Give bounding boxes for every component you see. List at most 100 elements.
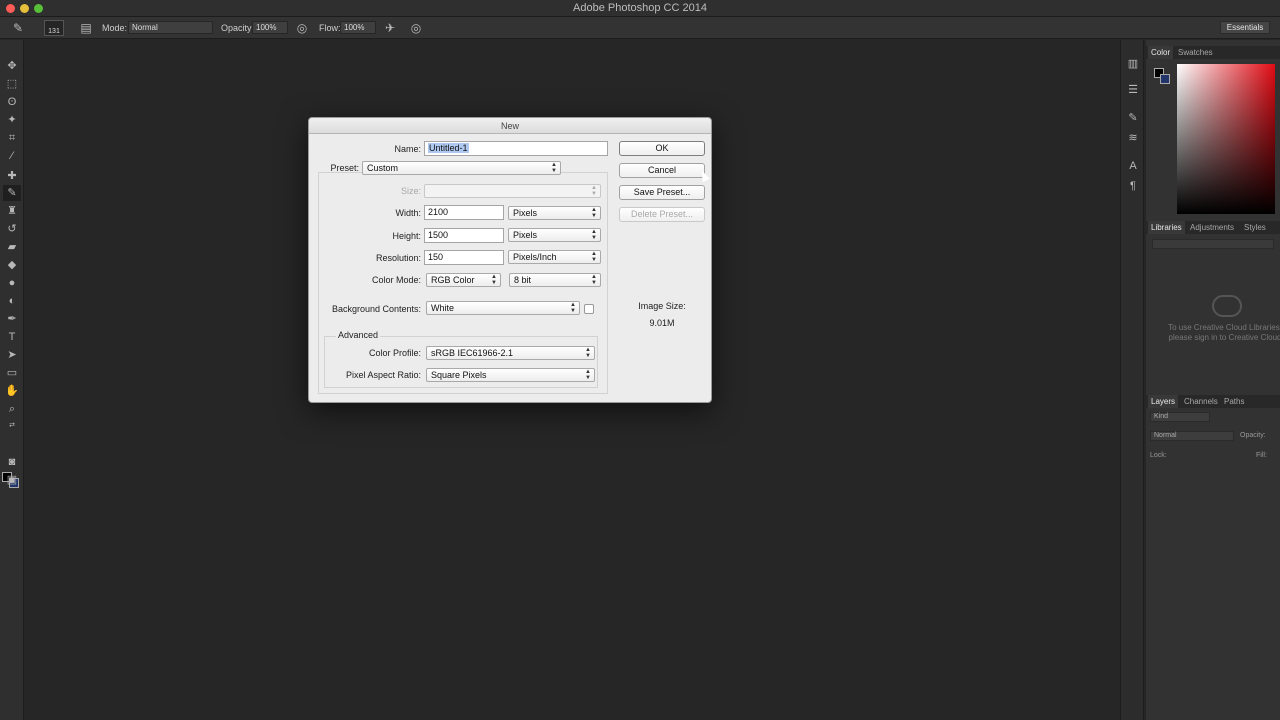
dodge-tool-icon[interactable]: ◐ [3,293,21,309]
tab-libraries[interactable]: Libraries [1148,221,1185,234]
width-value: 2100 [428,207,449,217]
layer-fill-label: Fill: [1256,452,1267,459]
move-tool-icon[interactable]: ✥ [3,58,21,74]
flow-value: 100% [344,23,365,32]
properties-panel-icon[interactable]: ☰ [1125,82,1141,98]
rectangle-tool-icon[interactable]: ▭ [3,365,21,381]
color-profile-label: Color Profile: [368,348,421,358]
preset-value: Custom [367,163,399,173]
flow-field[interactable]: 100% [340,21,376,34]
size-select[interactable]: ▲ ▼ [424,184,601,198]
pixel-aspect-ratio-label: Pixel Aspect Ratio: [345,370,421,380]
libraries-panel-tabs: Libraries Adjustments Styles [1146,221,1280,234]
save-preset-button[interactable]: Save Preset... [619,185,705,200]
width-unit-value: Pixels [513,208,538,218]
pixel-aspect-ratio-select[interactable]: Square Pixels ▲ ▼ [426,368,595,382]
crop-tool-icon[interactable]: ⌗ [3,130,21,146]
background-contents-label: Background Contents: [331,304,421,314]
resolution-unit-select[interactable]: Pixels/Inch ▲ ▼ [508,250,601,264]
width-unit-select[interactable]: Pixels ▲ ▼ [508,206,601,220]
tab-adjustments[interactable]: Adjustments [1190,221,1234,234]
name-field[interactable]: Untitled-1 [424,141,608,156]
zoom-tool-icon[interactable]: ⌕ [3,401,21,417]
paint-bucket-tool-icon[interactable]: ◆ [3,257,21,273]
library-select[interactable] [1152,239,1274,249]
cancel-button[interactable]: Cancel [619,163,705,178]
pen-tool-icon[interactable]: ✒ [3,311,21,327]
color-mode-label: Color Mode: [371,275,421,285]
background-contents-select[interactable]: White ▲ ▼ [426,301,580,315]
preset-select[interactable]: Custom ▲ ▼ [362,161,561,175]
name-value: Untitled-1 [428,143,469,153]
mode-select[interactable]: Normal [128,21,213,34]
quick-mask-icon[interactable]: ◙ [3,454,21,470]
eraser-tool-icon[interactable]: ▰ [3,239,21,255]
color-profile-select[interactable]: sRGB IEC61966-2.1 ▲ ▼ [426,346,595,360]
resolution-value: 150 [428,252,444,262]
tab-color[interactable]: Color [1148,46,1174,59]
height-unit-select[interactable]: Pixels ▲ ▼ [508,228,601,242]
pressure-size-icon[interactable]: ◎ [408,20,424,36]
advanced-toggle[interactable]: Advanced [336,330,381,340]
color-profile-value: sRGB IEC61966-2.1 [431,348,514,358]
layer-kind-filter[interactable]: Kind [1150,412,1210,422]
app-title: Adobe Photoshop CC 2014 [573,2,707,14]
type-tool-icon[interactable]: T [3,329,21,345]
tab-paths[interactable]: Paths [1224,395,1244,408]
pressure-opacity-icon[interactable]: ◎ [294,20,310,36]
ok-button[interactable]: OK [619,141,705,156]
dialog-title: New [309,118,711,134]
airbrush-icon[interactable]: ✈ [382,20,398,36]
brush-panel-icon[interactable]: ≋ [1125,130,1141,146]
height-unit-value: Pixels [513,230,538,240]
background-color-checkbox[interactable] [584,304,594,314]
history-panel-icon[interactable]: ▥ [1125,56,1141,72]
opacity-field[interactable]: 100% [252,21,288,34]
image-size-value: 9.01M [649,318,675,328]
clone-stamp-tool-icon[interactable]: ♜ [3,203,21,219]
color-picker-field[interactable] [1177,64,1275,214]
flow-label: Flow: [319,23,341,33]
layer-blend-mode-select[interactable]: Normal [1150,431,1234,441]
resolution-field[interactable]: 150 [424,250,504,265]
hand-tool-icon[interactable]: ✋ [3,383,21,399]
height-field[interactable]: 1500 [424,228,504,243]
panel-background-swatch[interactable] [1160,74,1170,84]
title-bar: Adobe Photoshop CC 2014 [0,0,1280,17]
layer-kind-value: Kind [1154,413,1169,420]
eyedropper-tool-icon[interactable]: ⁄ [3,148,21,164]
height-label: Height: [392,231,421,241]
workspace-switcher[interactable]: Essentials [1220,21,1270,34]
resolution-label: Resolution: [375,253,421,263]
tab-channels[interactable]: Channels [1184,395,1218,408]
options-bar: ✎ 131 ▤ Mode: Normal Opacity: 100% ◎ Flo… [0,17,1280,39]
tab-layers[interactable]: Layers [1148,395,1179,408]
path-selection-tool-icon[interactable]: ➤ [3,347,21,363]
history-brush-tool-icon[interactable]: ↺ [3,221,21,237]
brush-panel-icon[interactable]: ▤ [78,20,94,36]
bit-depth-select[interactable]: 8 bit ▲ ▼ [509,273,601,287]
layer-opacity-label: Opacity: [1240,432,1266,439]
tab-styles[interactable]: Styles [1244,221,1266,234]
image-size-label: Image Size: [638,301,686,311]
lasso-tool-icon[interactable]: ʘ [3,94,21,110]
brush-presets-panel-icon[interactable]: ✎ [1125,110,1141,126]
background-contents-value: White [431,303,455,313]
opacity-label: Opacity: [221,23,255,33]
blur-tool-icon[interactable]: ● [3,275,21,291]
width-field[interactable]: 2100 [424,205,504,220]
delete-preset-button[interactable]: Delete Preset... [619,207,705,222]
swap-colors-icon[interactable]: ⇄ [3,418,21,434]
right-panels: Color Swatches Libraries Adjustments Sty… [1146,40,1280,720]
paragraph-panel-icon[interactable]: ¶ [1125,178,1141,194]
screen-mode-icon[interactable]: ▣ [3,472,21,488]
brush-tool-preset-icon[interactable]: ✎ [10,20,26,36]
brush-size-picker[interactable]: 131 [44,20,64,36]
character-panel-icon[interactable]: A [1125,158,1141,174]
tab-swatches[interactable]: Swatches [1178,46,1213,59]
marquee-tool-icon[interactable]: ⬚ [3,76,21,92]
brush-tool-icon[interactable]: ✎ [3,185,21,201]
quick-selection-tool-icon[interactable]: ✦ [3,112,21,128]
healing-brush-tool-icon[interactable]: ✚ [3,168,21,184]
color-mode-select[interactable]: RGB Color ▲ ▼ [426,273,501,287]
